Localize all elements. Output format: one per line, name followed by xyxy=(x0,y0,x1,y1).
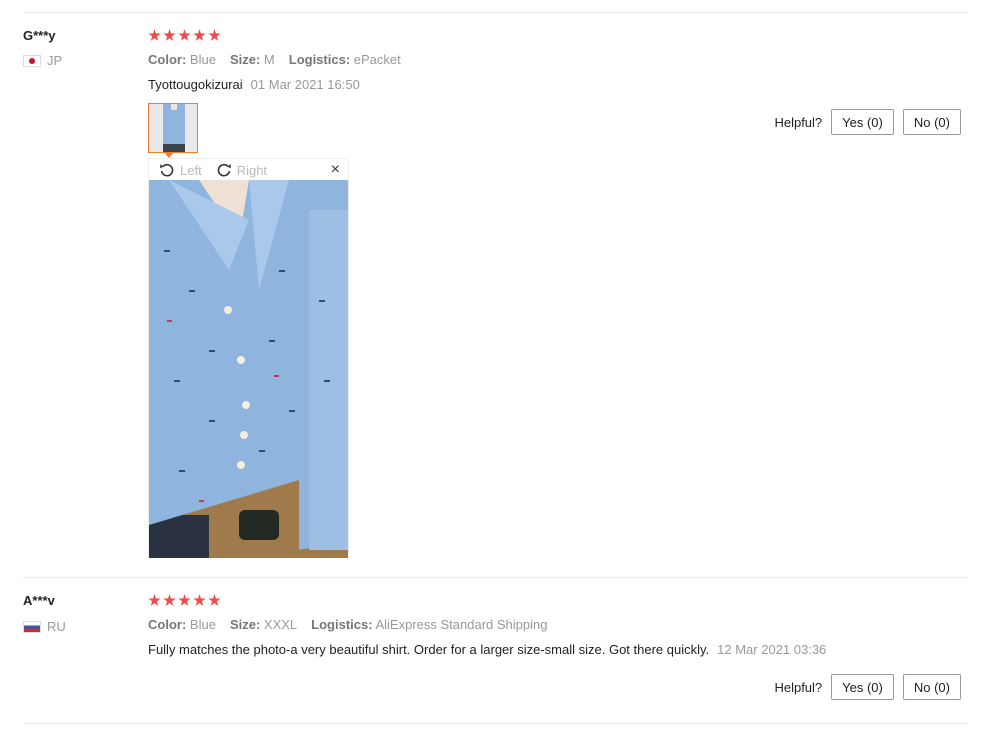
attr-key: Logistics: xyxy=(288,52,351,67)
country-code: JP xyxy=(47,53,63,68)
helpful-no-button[interactable]: No (0) xyxy=(902,109,961,135)
helpful-yes-button[interactable]: Yes (0) xyxy=(831,109,894,135)
attr-value: XXXL xyxy=(263,617,298,632)
shirt-thumbnail-image xyxy=(149,104,197,152)
star-icon xyxy=(193,29,206,41)
attr-key: Logistics: xyxy=(311,617,373,632)
reviewer-country: JP xyxy=(23,53,62,68)
review-item: G***y JP Color: Blue Size: M Logistics: … xyxy=(0,0,988,578)
attr-key: Color: xyxy=(148,52,187,67)
attr-value: AliExpress Standard Shipping xyxy=(375,617,548,632)
attr-value: ePacket xyxy=(353,52,401,67)
review-item: A***v RU Color: Blue Size: XXXL Logistic… xyxy=(0,578,988,724)
helpful-vote: Helpful? Yes (0) No (0) xyxy=(774,109,961,135)
attr-key: Size: xyxy=(229,617,261,632)
attr-key: Size: xyxy=(229,52,261,67)
review-text-line: Tyottougokizurai 01 Mar 2021 16:50 xyxy=(148,77,360,92)
helpful-yes-button[interactable]: Yes (0) xyxy=(831,674,894,700)
star-icon xyxy=(148,29,161,41)
viewer-toolbar: Left Right × xyxy=(149,159,348,181)
review-date: 12 Mar 2021 03:36 xyxy=(717,642,827,657)
rotate-right-icon xyxy=(217,163,231,177)
attr-value: M xyxy=(263,52,275,67)
review-text: Fully matches the photo-a very beautiful… xyxy=(148,642,710,657)
rotate-left-button[interactable]: Left xyxy=(159,162,202,178)
helpful-no-button[interactable]: No (0) xyxy=(902,674,961,700)
helpful-label: Helpful? xyxy=(774,679,823,695)
star-icon xyxy=(163,594,176,606)
attr-key: Color: xyxy=(148,617,187,632)
star-icon xyxy=(208,29,221,41)
close-icon[interactable]: × xyxy=(331,161,340,179)
helpful-label: Helpful? xyxy=(774,114,823,130)
blue-shirt-photo xyxy=(149,180,348,558)
review-date: 01 Mar 2021 16:50 xyxy=(250,77,360,92)
attr-value: Blue xyxy=(189,617,216,632)
reviewer-country: RU xyxy=(23,619,66,634)
attr-value: Blue xyxy=(189,52,216,67)
star-icon xyxy=(193,594,206,606)
star-icon xyxy=(148,594,161,606)
rotate-left-label: Left xyxy=(180,162,202,178)
rotate-right-button[interactable]: Right xyxy=(216,162,267,178)
photo-viewer: Left Right × xyxy=(148,158,349,558)
rotate-left-icon xyxy=(160,163,174,177)
star-icon xyxy=(178,29,191,41)
review-photo-large xyxy=(149,180,348,558)
star-icon xyxy=(178,594,191,606)
star-icon xyxy=(163,29,176,41)
review-text-line: Fully matches the photo-a very beautiful… xyxy=(148,642,826,657)
rotate-right-label: Right xyxy=(236,162,268,178)
review-text: Tyottougokizurai xyxy=(148,77,243,92)
bottom-divider xyxy=(23,723,968,724)
reviewer-name: G***y xyxy=(23,28,56,43)
star-icon xyxy=(208,594,221,606)
russia-flag-icon xyxy=(23,620,41,633)
review-photo-thumbnail[interactable] xyxy=(148,103,198,153)
country-code: RU xyxy=(47,619,66,634)
japan-flag-icon xyxy=(23,54,41,67)
helpful-vote: Helpful? Yes (0) No (0) xyxy=(774,674,961,700)
star-rating xyxy=(148,29,221,42)
reviewer-name: A***v xyxy=(23,593,55,608)
product-attributes: Color: Blue Size: M Logistics: ePacket xyxy=(148,52,401,67)
product-attributes: Color: Blue Size: XXXL Logistics: AliExp… xyxy=(148,617,547,632)
star-rating xyxy=(148,594,221,607)
